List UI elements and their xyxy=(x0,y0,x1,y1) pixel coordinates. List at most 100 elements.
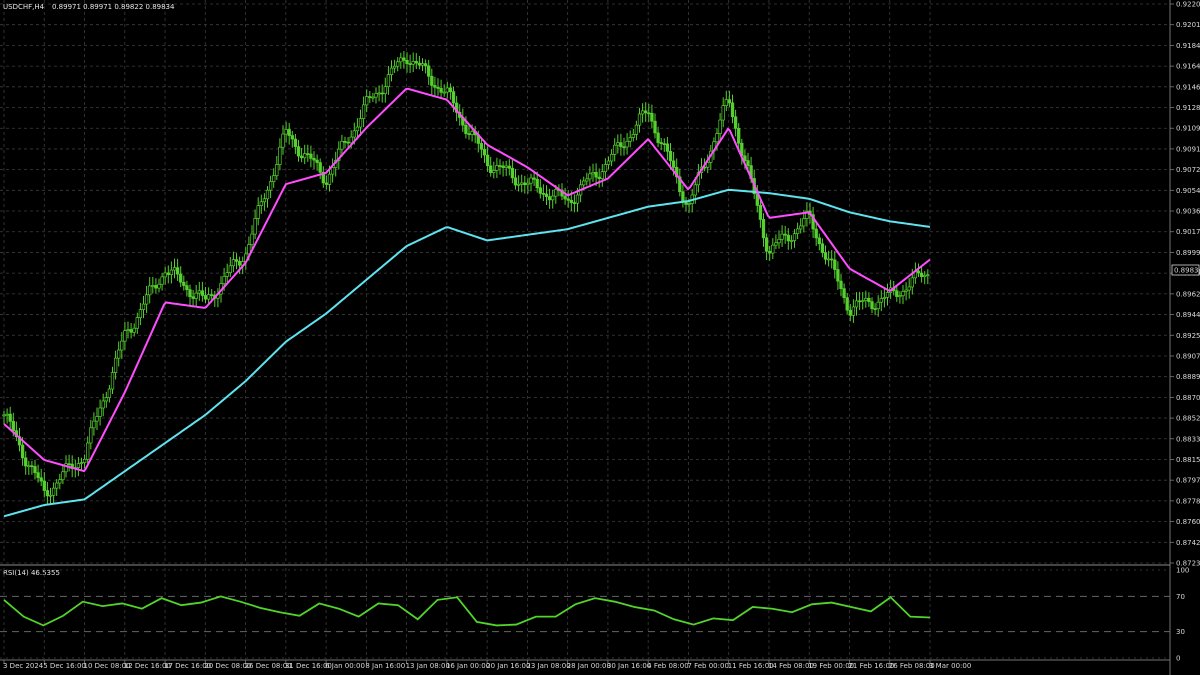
candle-body xyxy=(482,148,487,156)
candle-body xyxy=(758,205,763,220)
candle-body xyxy=(132,327,136,333)
candle-body xyxy=(120,340,124,351)
candle-body xyxy=(309,153,313,159)
candle-body xyxy=(179,273,183,283)
chart-background xyxy=(0,0,1200,675)
candle-body xyxy=(33,466,37,474)
candle-body xyxy=(656,132,660,143)
candle-body xyxy=(2,414,6,417)
candle-body xyxy=(101,400,105,409)
candle-body xyxy=(287,129,291,136)
candle-body xyxy=(907,286,911,291)
candle-body xyxy=(789,240,794,242)
candle-body xyxy=(826,258,831,261)
candle-body xyxy=(138,309,143,318)
candle-body xyxy=(284,129,288,135)
candle-body xyxy=(768,250,772,254)
candle-body xyxy=(268,181,273,191)
candle-body xyxy=(792,233,797,241)
price-tick-label: 0.90910 xyxy=(1176,145,1200,153)
candle-body xyxy=(58,479,62,484)
candle-body xyxy=(349,136,353,144)
candle-body xyxy=(377,92,381,95)
candle-body xyxy=(51,487,56,496)
candle-body xyxy=(303,153,307,159)
candle-body xyxy=(222,276,226,284)
candle-body xyxy=(764,237,769,252)
candle-body xyxy=(495,165,499,171)
candle-body xyxy=(315,159,319,163)
candle-body xyxy=(833,259,837,270)
candle-body xyxy=(95,416,99,422)
candle-body xyxy=(820,243,825,253)
candle-body xyxy=(771,244,775,254)
candle-body xyxy=(668,150,673,162)
candle-body xyxy=(166,272,170,275)
candle-body xyxy=(721,105,725,121)
candle-body xyxy=(42,480,46,491)
candle-body xyxy=(451,91,456,104)
candle-body xyxy=(470,131,474,135)
candle-body xyxy=(873,308,877,310)
candle-body xyxy=(48,494,53,497)
candle-body xyxy=(206,294,211,300)
candle-body xyxy=(250,233,254,245)
price-tick-label: 0.88705 xyxy=(1176,394,1200,402)
candle-body xyxy=(117,349,121,359)
candle-body xyxy=(374,93,378,98)
candle-body xyxy=(492,170,496,173)
candle-body xyxy=(520,182,524,185)
candle-body xyxy=(24,457,28,467)
price-chart[interactable]: USDCHF,H4 0.89971 0.89971 0.89822 0.8983… xyxy=(0,0,1200,675)
candle-body xyxy=(774,242,778,246)
candle-body xyxy=(104,397,108,402)
candle-body xyxy=(188,289,192,298)
current-price-label: 0.89834 xyxy=(1174,266,1200,274)
candle-body xyxy=(489,165,493,173)
candle-body xyxy=(61,471,65,481)
candle-body xyxy=(299,155,304,159)
price-tick-label: 0.89990 xyxy=(1176,249,1200,257)
candle-body xyxy=(538,187,542,194)
candle-body xyxy=(563,195,567,200)
candle-body xyxy=(625,140,629,148)
time-tick-label: 8 Jan 16:00 xyxy=(365,662,405,670)
candle-body xyxy=(439,88,443,93)
time-tick-label: 3 Dec 2024 xyxy=(3,662,44,670)
candle-body xyxy=(879,298,883,303)
candle-body xyxy=(371,96,375,99)
price-tick-label: 0.89625 xyxy=(1176,290,1200,298)
candle-body xyxy=(427,65,431,77)
candle-body xyxy=(870,301,874,309)
candle-body xyxy=(368,96,372,98)
candle-body xyxy=(619,142,623,148)
candle-body xyxy=(795,228,800,234)
candle-body xyxy=(67,463,71,466)
price-tick-label: 0.90545 xyxy=(1176,187,1200,195)
candle-body xyxy=(113,357,118,373)
candle-body xyxy=(126,329,130,331)
candle-body xyxy=(423,63,428,67)
candle-body xyxy=(365,96,369,106)
candle-body xyxy=(777,238,781,244)
price-tick-label: 0.87600 xyxy=(1176,518,1200,526)
time-tick-label: 14 Feb 08:00 xyxy=(768,662,814,670)
price-tick-label: 0.92200 xyxy=(1176,1,1200,9)
candle-body xyxy=(848,309,852,316)
price-tick-label: 0.88335 xyxy=(1176,435,1200,443)
candle-body xyxy=(724,99,728,107)
time-axis: 3 Dec 2024 5 Dec 16:0010 Dec 08:0012 Dec … xyxy=(3,660,971,670)
candle-body xyxy=(448,87,453,93)
candle-body xyxy=(355,126,360,132)
candle-body xyxy=(253,218,257,235)
candle-body xyxy=(547,196,552,201)
candle-body xyxy=(746,160,750,166)
candle-body xyxy=(27,465,31,468)
candle-body xyxy=(154,285,158,289)
candle-body xyxy=(107,388,112,398)
candle-body xyxy=(923,274,927,277)
time-tick-label: 4 Feb 08:00 xyxy=(647,662,688,670)
candle-body xyxy=(733,116,738,129)
candle-body xyxy=(141,303,146,310)
candle-body xyxy=(464,124,468,134)
